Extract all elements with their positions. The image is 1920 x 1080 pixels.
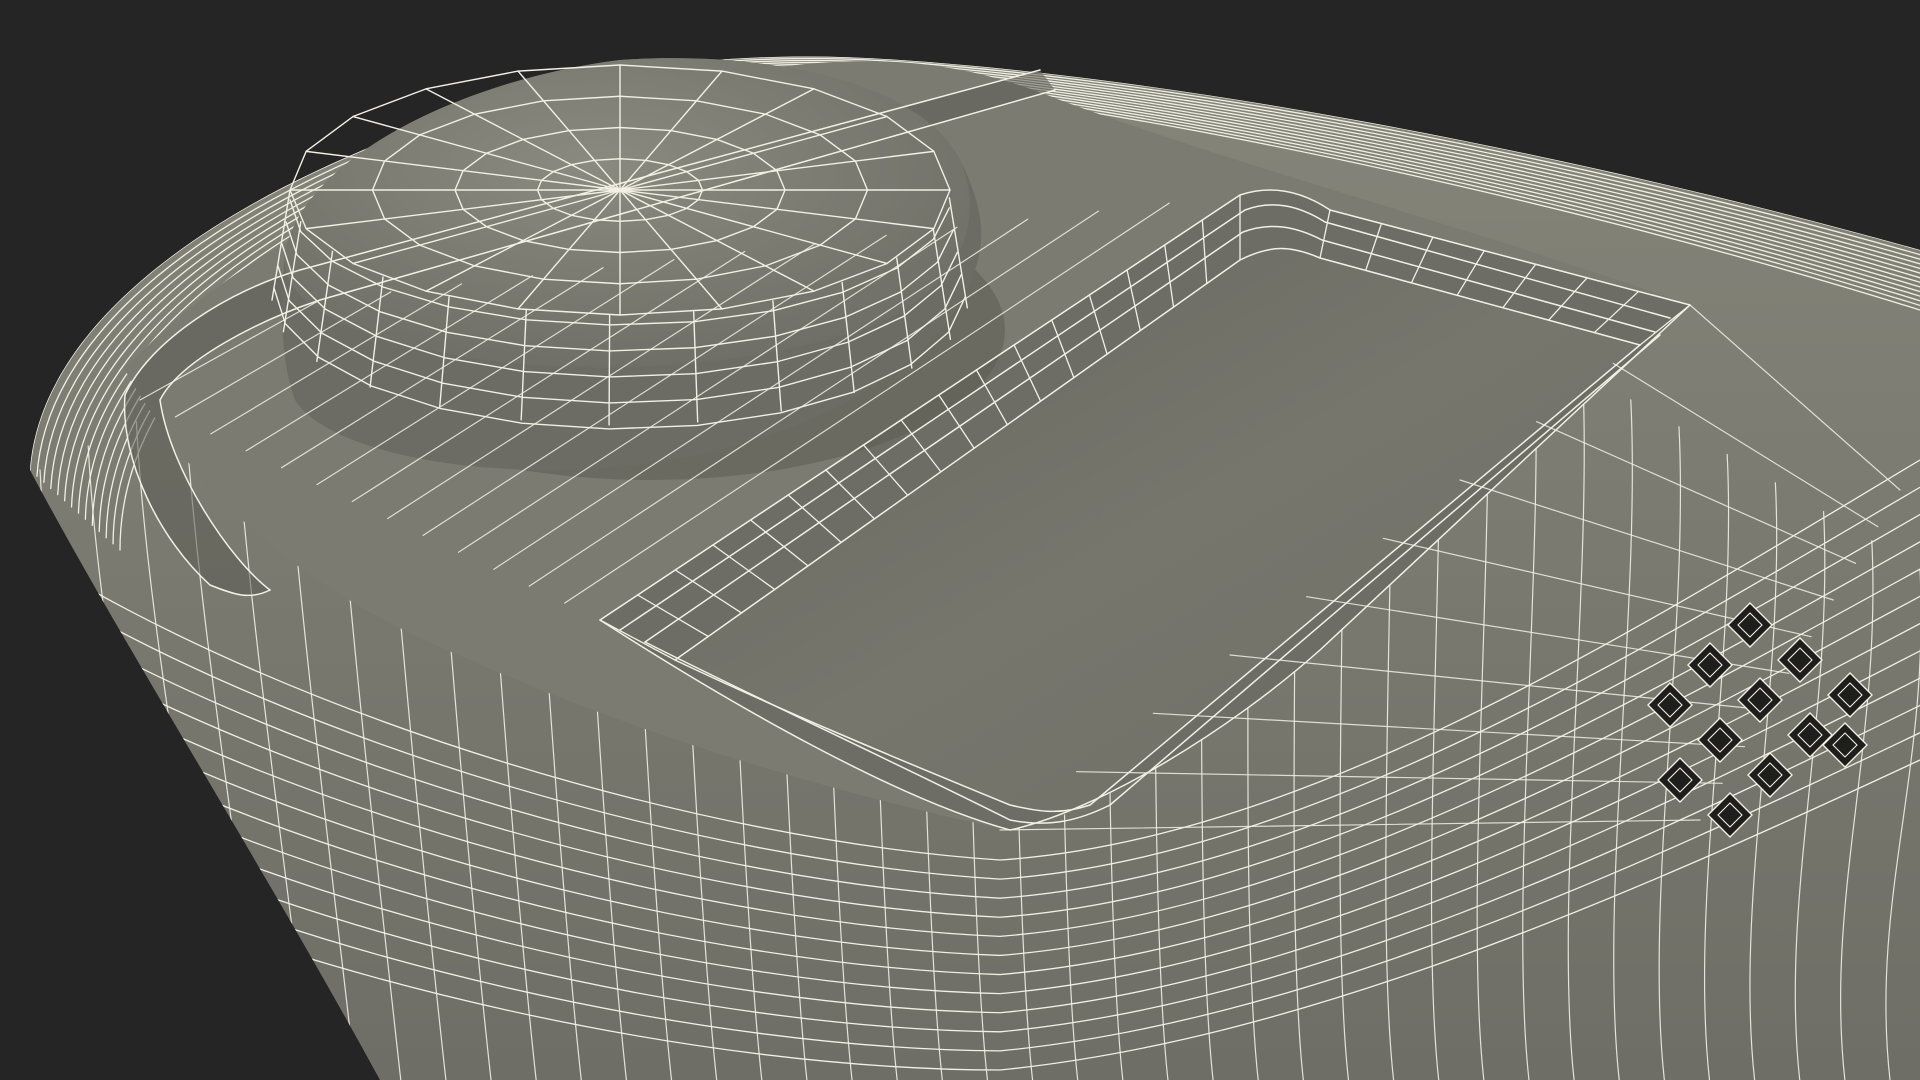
render-viewport bbox=[0, 0, 1920, 1080]
device-body bbox=[30, 56, 1920, 1080]
wireframe-render bbox=[0, 0, 1920, 1080]
knob-side-vertical-line bbox=[608, 314, 611, 426]
